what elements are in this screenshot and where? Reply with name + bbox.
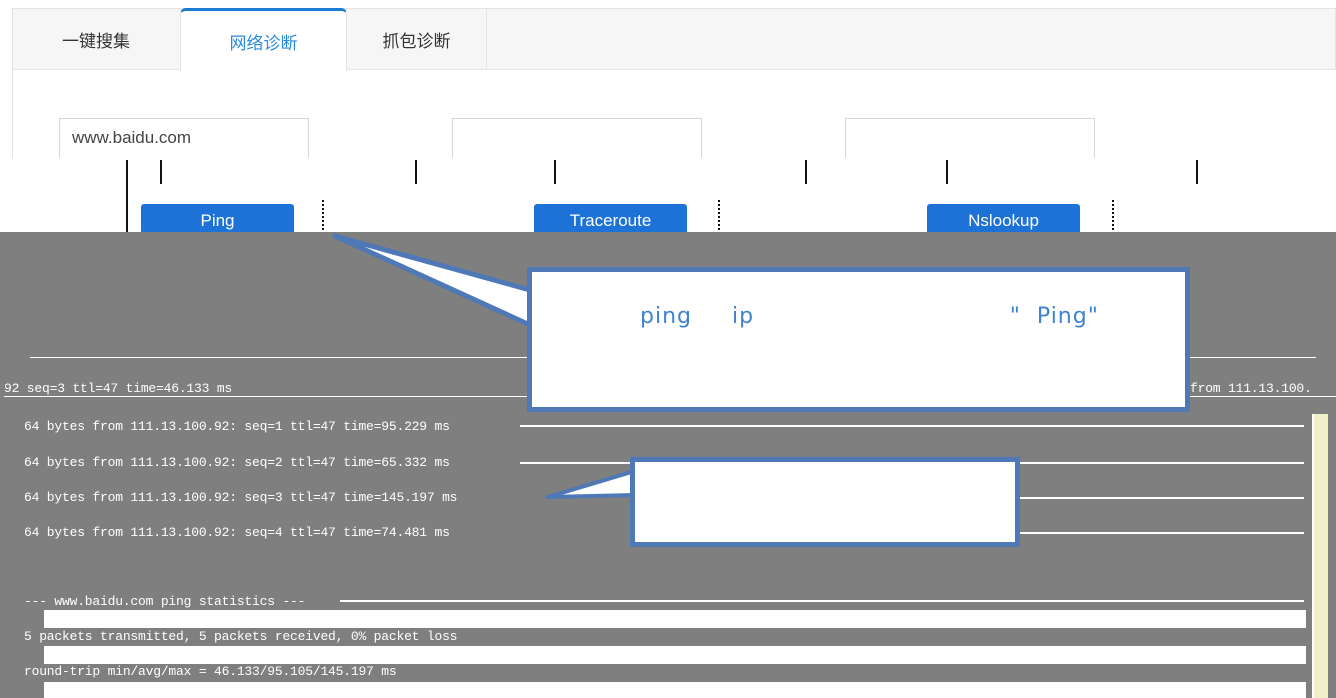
annotation-callout: ping ip " Ping" [527,267,1190,412]
annotation-text: ping ip " Ping" [640,304,1099,329]
callout-pointer-secondary [546,468,640,499]
annotation-callout-secondary [630,457,1020,547]
callout-pointer [332,233,533,328]
